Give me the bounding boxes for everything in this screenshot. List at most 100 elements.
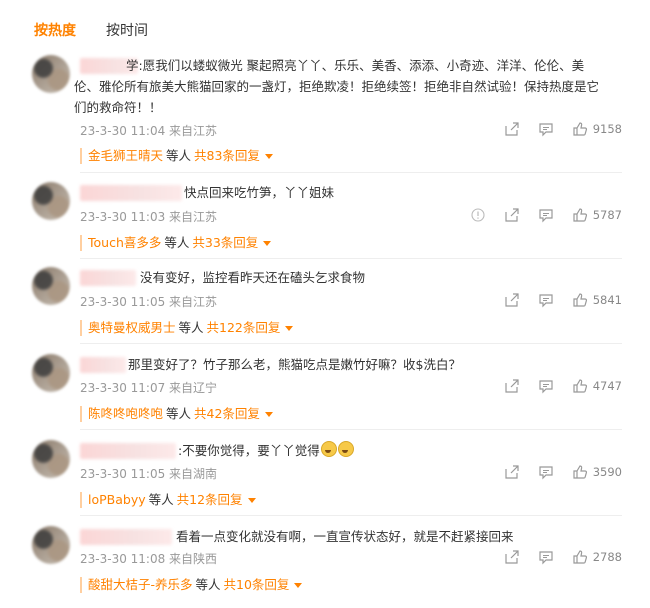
comment-text-line2: 伦、雅伦所有旅美大熊猫回家的一盏灯，拒绝欺凌！拒绝续签！拒绝非自然试验！保持热度… <box>74 79 600 94</box>
caret-down-icon[interactable] <box>247 498 256 503</box>
reply-connector: 等人 <box>195 577 221 592</box>
tab-by-popularity[interactable]: 按热度 <box>34 20 76 40</box>
sort-tabs: 按热度 按时间 <box>34 20 148 40</box>
comment-text: 那里变好了？竹子那么老，熊猫吃点是嫩竹好嘛？收$洗白？ <box>128 357 461 372</box>
comment-actions: 5787 <box>452 207 622 223</box>
crying-emoji-icon <box>320 441 337 457</box>
avatar[interactable] <box>32 182 70 220</box>
comment-icon[interactable] <box>538 121 554 137</box>
report-icon[interactable] <box>470 207 486 223</box>
comment-item: :不要你觉得，要丫丫觉得 23-3-30 11:05 来自湖南 3590 loP… <box>0 440 650 520</box>
caret-down-icon[interactable] <box>264 154 273 159</box>
username-blurred[interactable] <box>80 270 136 286</box>
comment-icon[interactable] <box>538 292 554 308</box>
thumbs-up-icon[interactable] <box>572 121 588 137</box>
reply-connector: 等人 <box>178 320 204 335</box>
comment-text: 学:愿我们以蝼蚁微光 聚起照亮丫丫、乐乐、美香、添添、小奇迹、洋洋、伦伦、美 <box>126 58 585 73</box>
like-count: 5787 <box>592 208 622 222</box>
avatar[interactable] <box>32 526 70 564</box>
crying-emoji-icon <box>337 441 354 457</box>
avatar[interactable] <box>32 354 70 392</box>
comment-text: 看着一点变化就没有啊，一直宣传状态好，就是不赶紧接回来 <box>176 529 514 544</box>
thumbs-up-icon[interactable] <box>572 207 588 223</box>
reply-summary[interactable]: 金毛狮王晴天 等人 共83条回复 <box>80 148 273 164</box>
avatar[interactable] <box>32 55 70 93</box>
reply-summary[interactable]: 奥特曼权威男士 等人 共122条回复 <box>80 320 294 336</box>
share-icon[interactable] <box>504 464 520 480</box>
caret-down-icon[interactable] <box>263 241 272 246</box>
comment-text-line3: 们的救命符！！ <box>74 100 162 115</box>
comment-item: 没有变好，监控看昨天还在磕头乞求食物 23-3-30 11:05 来自江苏 58… <box>0 267 650 347</box>
thumbs-up-icon[interactable] <box>572 378 588 394</box>
share-icon[interactable] <box>504 549 520 565</box>
comment-actions: 5841 <box>486 292 622 308</box>
comment-meta: 23-3-30 11:05 来自江苏 <box>80 295 218 309</box>
username-blurred[interactable] <box>80 529 172 545</box>
like-count: 5841 <box>592 293 622 307</box>
username-blurred[interactable] <box>80 443 176 459</box>
reply-count[interactable]: 共122条回复 <box>207 320 281 335</box>
reply-connector: 等人 <box>164 235 190 250</box>
reply-username[interactable]: 酸甜大桔子-养乐多 <box>88 577 193 592</box>
divider <box>80 515 622 516</box>
comment-text-body: :不要你觉得，要丫丫觉得 <box>178 443 320 458</box>
comment-actions: 9158 <box>486 121 622 137</box>
reply-username[interactable]: 金毛狮王晴天 <box>88 148 163 163</box>
reply-summary[interactable]: loPBabyy 等人 共12条回复 <box>80 492 256 508</box>
thumbs-up-icon[interactable] <box>572 464 588 480</box>
share-icon[interactable] <box>504 378 520 394</box>
reply-count[interactable]: 共33条回复 <box>192 235 258 250</box>
reply-count[interactable]: 共12条回复 <box>177 492 243 507</box>
comment-item: 学:愿我们以蝼蚁微光 聚起照亮丫丫、乐乐、美香、添添、小奇迹、洋洋、伦伦、美 伦… <box>0 55 650 175</box>
tab-by-time[interactable]: 按时间 <box>106 20 148 40</box>
share-icon[interactable] <box>504 207 520 223</box>
reply-connector: 等人 <box>166 406 192 421</box>
like-count: 9158 <box>592 122 622 136</box>
share-icon[interactable] <box>504 121 520 137</box>
reply-summary[interactable]: 陈咚咚咆咚咆 等人 共42条回复 <box>80 406 273 422</box>
comment-meta: 23-3-30 11:07 来自辽宁 <box>80 381 218 395</box>
thumbs-up-icon[interactable] <box>572 292 588 308</box>
comment-icon[interactable] <box>538 549 554 565</box>
comment-meta: 23-3-30 11:03 来自江苏 <box>80 210 218 224</box>
comment-icon[interactable] <box>538 464 554 480</box>
reply-username[interactable]: loPBabyy <box>88 492 146 507</box>
avatar[interactable] <box>32 440 70 478</box>
comment-text: :不要你觉得，要丫丫觉得 <box>178 440 354 461</box>
like-count: 2788 <box>592 550 622 564</box>
comment-item: 那里变好了？竹子那么老，熊猫吃点是嫩竹好嘛？收$洗白？ 23-3-30 11:0… <box>0 354 650 434</box>
divider <box>80 172 622 173</box>
caret-down-icon[interactable] <box>264 412 273 417</box>
reply-summary[interactable]: 酸甜大桔子-养乐多 等人 共10条回复 <box>80 577 303 593</box>
comment-actions: 2788 <box>486 549 622 565</box>
comment-icon[interactable] <box>538 378 554 394</box>
share-icon[interactable] <box>504 292 520 308</box>
reply-username[interactable]: 奥特曼权威男士 <box>88 320 176 335</box>
reply-username[interactable]: 陈咚咚咆咚咆 <box>88 406 163 421</box>
comment-text: 快点回来吃竹笋，丫丫姐妹 <box>184 185 335 200</box>
comment-actions: 3590 <box>486 464 622 480</box>
reply-summary[interactable]: Touch喜多多 等人 共33条回复 <box>80 235 272 251</box>
reply-count[interactable]: 共10条回复 <box>224 577 290 592</box>
caret-down-icon[interactable] <box>285 326 294 331</box>
comment-actions: 4747 <box>486 378 622 394</box>
like-count: 3590 <box>592 465 622 479</box>
divider <box>80 429 622 430</box>
comment-item: 快点回来吃竹笋，丫丫姐妹 23-3-30 11:03 来自江苏 5787 Tou… <box>0 182 650 262</box>
avatar[interactable] <box>32 267 70 305</box>
thumbs-up-icon[interactable] <box>572 549 588 565</box>
comment-icon[interactable] <box>538 207 554 223</box>
username-blurred[interactable] <box>80 185 182 201</box>
reply-count[interactable]: 共42条回复 <box>194 406 260 421</box>
reply-username[interactable]: Touch喜多多 <box>88 235 161 250</box>
comment-meta: 23-3-30 11:08 来自陕西 <box>80 552 218 566</box>
divider <box>80 258 622 259</box>
reply-connector: 等人 <box>148 492 174 507</box>
comment-meta: 23-3-30 11:04 来自江苏 <box>80 124 218 138</box>
comment-item: 看着一点变化就没有啊，一直宣传状态好，就是不赶紧接回来 23-3-30 11:0… <box>0 526 650 606</box>
reply-count[interactable]: 共83条回复 <box>194 148 260 163</box>
comment-meta: 23-3-30 11:05 来自湖南 <box>80 467 218 481</box>
caret-down-icon[interactable] <box>294 583 303 588</box>
reply-connector: 等人 <box>166 148 192 163</box>
username-blurred[interactable] <box>80 357 126 373</box>
